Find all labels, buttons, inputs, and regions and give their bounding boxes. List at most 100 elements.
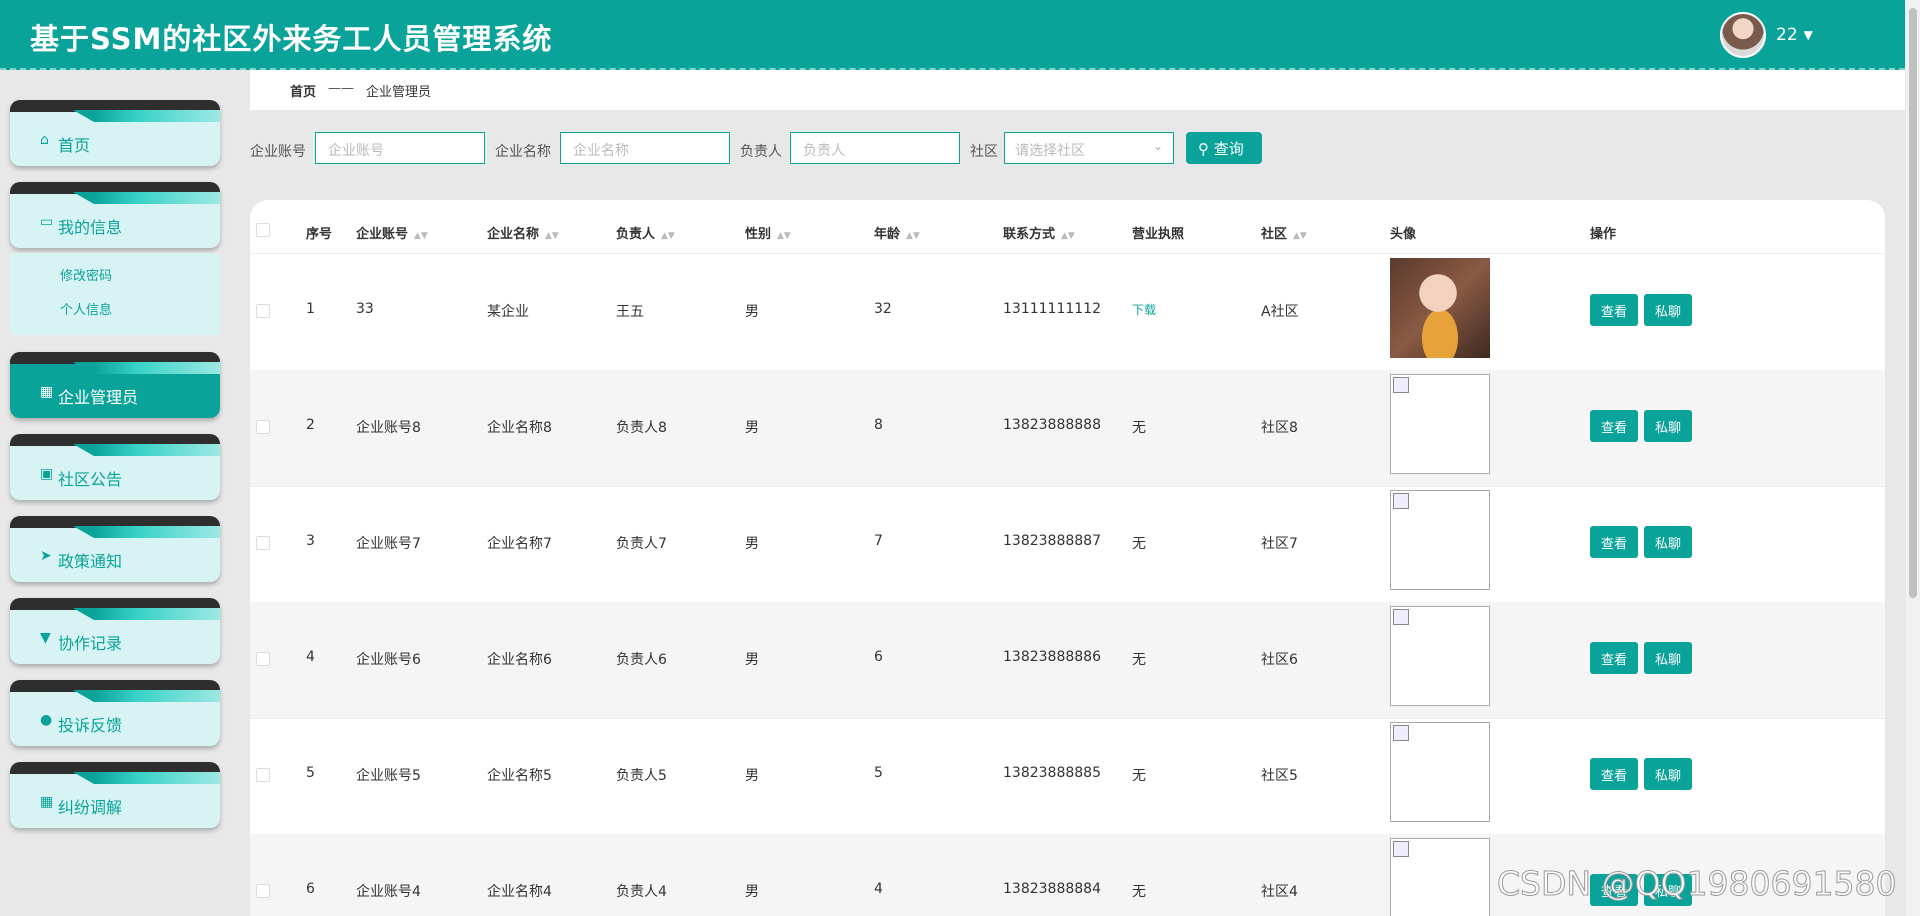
id-card-icon: ▭ <box>40 214 54 230</box>
cell-gender: 男 <box>745 768 759 784</box>
view-button[interactable]: 查看 <box>1590 410 1638 442</box>
query-button[interactable]: ⚲ 查询 <box>1186 132 1262 164</box>
sidebar-item-enterprise-admin[interactable]: ▦ 企业管理员 <box>10 352 220 418</box>
sort-icon[interactable]: ▲▼ <box>1293 231 1307 241</box>
submenu-personal-info[interactable]: 个人信息 <box>60 299 112 318</box>
sidebar-item-policy-notice[interactable]: ➤ 政策通知 <box>10 516 220 582</box>
sort-icon[interactable]: ▲▼ <box>414 231 428 241</box>
row-checkbox[interactable] <box>256 652 270 666</box>
cell-license: 无 <box>1132 652 1146 668</box>
table-row: 1 33 某企业 王五 男 32 13111111112 下载 A社区 查看 私聊 <box>250 254 1885 371</box>
cell-license: 无 <box>1132 536 1146 552</box>
user-menu[interactable]: 22 ▼ <box>1720 12 1813 58</box>
cell-account: 企业账号4 <box>356 884 421 900</box>
row-checkbox[interactable] <box>256 420 270 434</box>
avatar-thumbnail[interactable] <box>1390 606 1490 706</box>
cell-phone: 13823888887 <box>1003 533 1101 549</box>
row-checkbox[interactable] <box>256 536 270 550</box>
chat-button[interactable]: 私聊 <box>1644 758 1692 790</box>
avatar-thumbnail[interactable] <box>1390 490 1490 590</box>
col-account-label: 企业账号 <box>356 227 409 242</box>
sort-icon[interactable]: ▲▼ <box>1061 231 1075 241</box>
view-button[interactable]: 查看 <box>1590 294 1638 326</box>
col-phone[interactable]: 联系方式 ▲▼ <box>1003 223 1075 242</box>
cell-owner: 负责人8 <box>616 420 667 436</box>
col-gender[interactable]: 性别 ▲▼ <box>745 223 791 242</box>
cell-no: 3 <box>306 533 315 549</box>
chat-button[interactable]: 私聊 <box>1644 294 1692 326</box>
account-label: 企业账号 <box>250 144 306 160</box>
cell-owner: 负责人5 <box>616 768 667 784</box>
broken-image-icon <box>1393 493 1409 509</box>
search-icon: ⚲ <box>1198 140 1209 158</box>
chat-button[interactable]: 私聊 <box>1644 526 1692 558</box>
row-checkbox[interactable] <box>256 884 270 898</box>
community-select[interactable]: 请选择社区 ⌄ <box>1004 132 1174 164</box>
sort-icon[interactable]: ▲▼ <box>545 231 559 241</box>
col-no: 序号 <box>306 227 333 242</box>
chevron-down-icon[interactable]: ▼ <box>1804 28 1813 42</box>
breadcrumb: 首页 —— 企业管理员 <box>250 70 1905 110</box>
avatar-thumbnail[interactable] <box>1390 374 1490 474</box>
col-community[interactable]: 社区 ▲▼ <box>1261 223 1307 242</box>
view-button[interactable]: 查看 <box>1590 758 1638 790</box>
cell-license[interactable]: 下载 <box>1132 301 1156 318</box>
sidebar-item-my-info[interactable]: ▭ 我的信息 <box>10 182 220 248</box>
cell-community: 社区8 <box>1261 420 1298 436</box>
col-actions: 操作 <box>1590 227 1617 242</box>
view-button[interactable]: 查看 <box>1590 642 1638 674</box>
col-account[interactable]: 企业账号 ▲▼ <box>356 223 428 242</box>
pin-icon: ▼ <box>40 630 51 646</box>
user-icon: ● <box>40 712 53 728</box>
col-age[interactable]: 年龄 ▲▼ <box>874 223 920 242</box>
name-input[interactable]: 企业名称 <box>560 132 730 164</box>
cell-no: 5 <box>306 765 315 781</box>
chat-button[interactable]: 私聊 <box>1644 642 1692 674</box>
chevron-down-icon: ⌄ <box>1152 139 1163 153</box>
table-row: 2 企业账号8 企业名称8 负责人8 男 8 13823888888 无 社区8 查看 私聊 <box>250 370 1885 487</box>
cell-age: 7 <box>874 533 883 549</box>
cell-phone: 13823888885 <box>1003 765 1101 781</box>
sort-icon[interactable]: ▲▼ <box>906 231 920 241</box>
name-label: 企业名称 <box>495 144 551 160</box>
avatar-thumbnail[interactable] <box>1390 258 1490 358</box>
account-input[interactable]: 企业账号 <box>315 132 485 164</box>
col-name[interactable]: 企业名称 ▲▼ <box>487 223 559 242</box>
submenu-change-password[interactable]: 修改密码 <box>60 265 112 284</box>
search-bar: 企业账号 企业账号 企业名称 企业名称 负责人 负责人 社区 请选择社区 ⌄ ⚲… <box>250 132 1262 168</box>
broken-image-icon <box>1393 609 1409 625</box>
page-scrollbar[interactable] <box>1906 0 1920 916</box>
broken-image-icon <box>1393 377 1409 393</box>
sidebar-item-community-notice[interactable]: ▣ 社区公告 <box>10 434 220 500</box>
sidebar-item-home[interactable]: ⌂ 首页 <box>10 100 220 166</box>
enterprise-table: 序号 企业账号 ▲▼ 企业名称 ▲▼ 负责人 ▲▼ 性别 ▲▼ 年龄 ▲▼ 联系方式 ▲▼ … <box>250 200 1885 916</box>
sidebar-item-dispute[interactable]: ▦ 纠纷调解 <box>10 762 220 828</box>
sidebar-item-collab-record[interactable]: ▼ 协作记录 <box>10 598 220 664</box>
chat-button[interactable]: 私聊 <box>1644 410 1692 442</box>
scrollbar-thumb[interactable] <box>1909 8 1917 598</box>
row-checkbox[interactable] <box>256 768 270 782</box>
col-owner[interactable]: 负责人 ▲▼ <box>616 223 675 242</box>
sidebar-item-complaint[interactable]: ● 投诉反馈 <box>10 680 220 746</box>
cell-community: 社区7 <box>1261 536 1298 552</box>
col-community-label: 社区 <box>1261 227 1288 242</box>
sort-icon[interactable]: ▲▼ <box>661 231 675 241</box>
cell-age: 8 <box>874 417 883 433</box>
sort-icon[interactable]: ▲▼ <box>777 231 791 241</box>
cell-no: 2 <box>306 417 315 433</box>
col-age-label: 年龄 <box>874 227 901 242</box>
cell-gender: 男 <box>745 884 759 900</box>
view-button[interactable]: 查看 <box>1590 526 1638 558</box>
row-checkbox[interactable] <box>256 304 270 318</box>
user-name[interactable]: 22 <box>1776 25 1798 45</box>
owner-input[interactable]: 负责人 <box>790 132 960 164</box>
cell-no: 4 <box>306 649 315 665</box>
avatar-thumbnail[interactable] <box>1390 722 1490 822</box>
user-avatar[interactable] <box>1720 12 1766 58</box>
avatar-thumbnail[interactable] <box>1390 838 1490 916</box>
breadcrumb-home[interactable]: 首页 <box>290 81 316 100</box>
cell-account: 企业账号5 <box>356 768 421 784</box>
col-name-label: 企业名称 <box>487 227 540 242</box>
select-all-checkbox[interactable] <box>256 223 270 237</box>
cell-age: 6 <box>874 649 883 665</box>
